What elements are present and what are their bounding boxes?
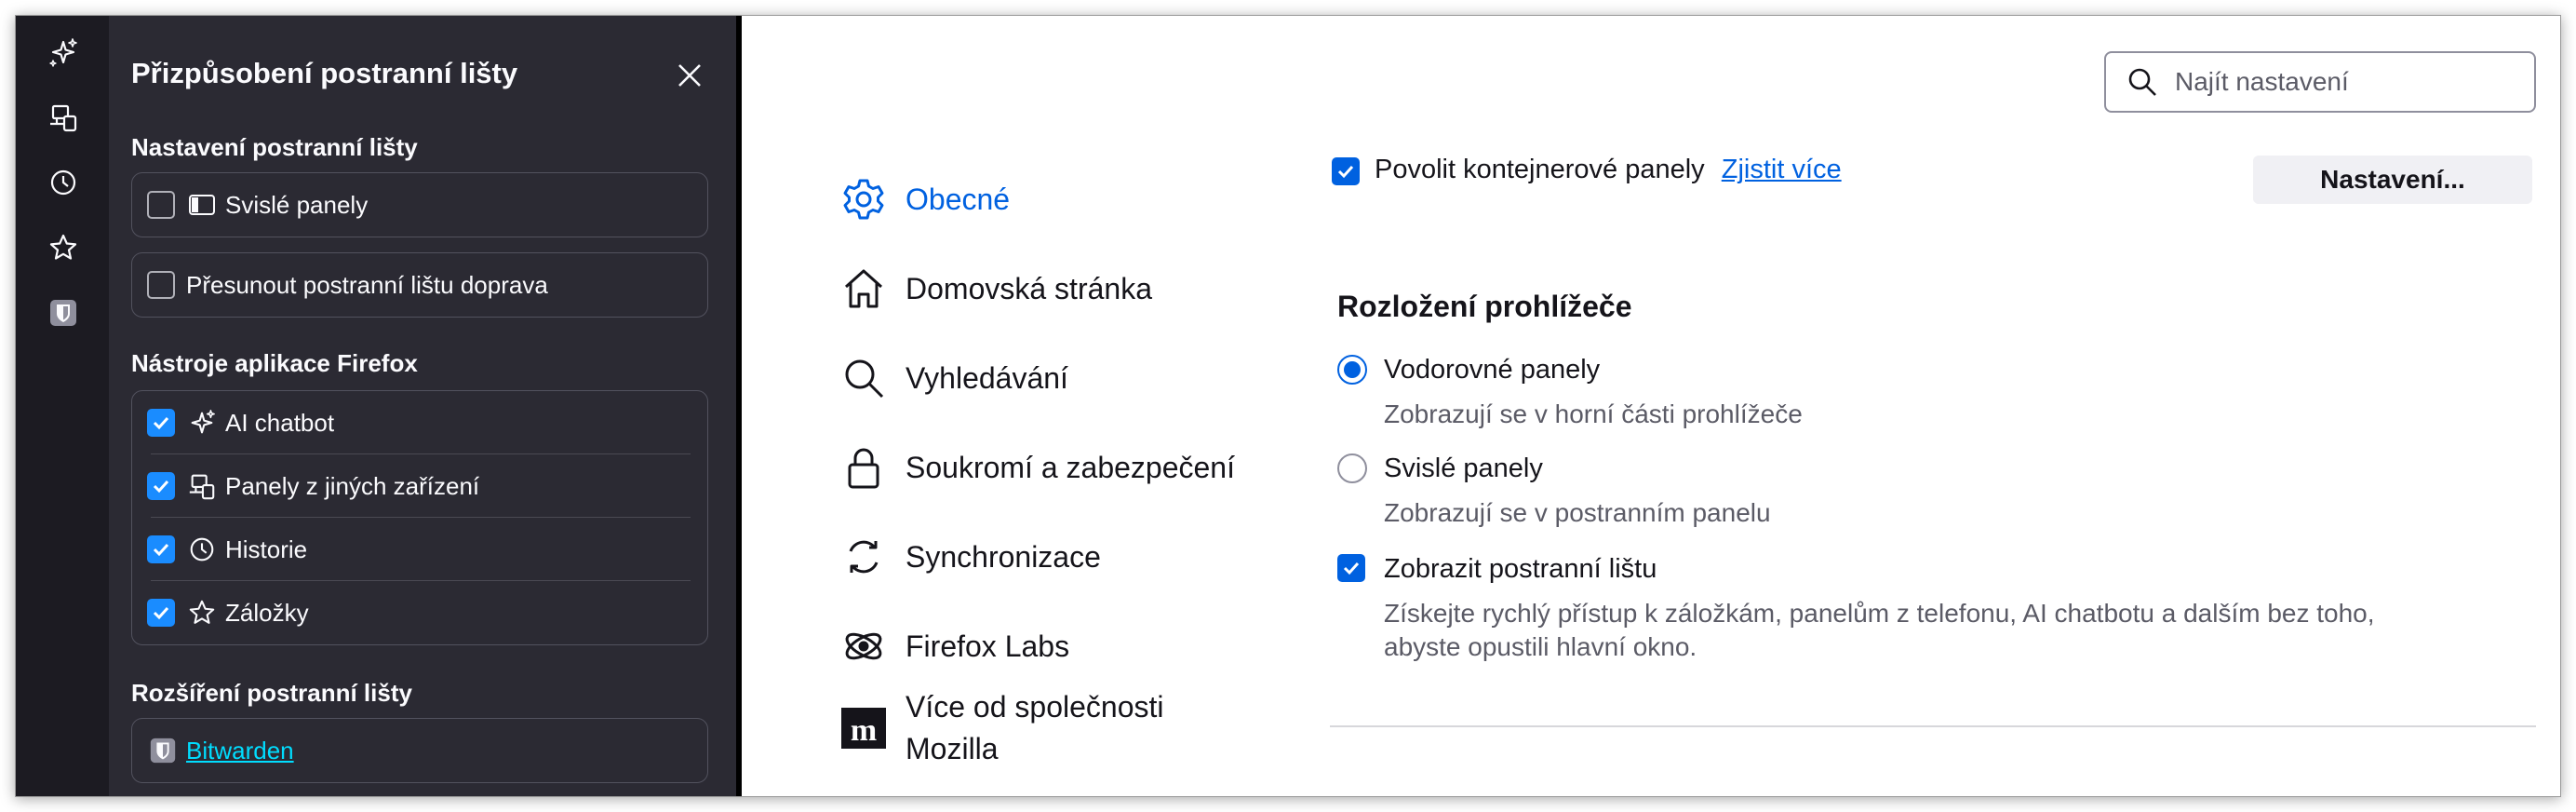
ai-chatbot-checkbox[interactable] bbox=[147, 409, 175, 437]
tools-heading: Nástroje aplikace Firefox bbox=[131, 349, 418, 377]
firefox-window: Přizpůsobení postranní lišty Nastavení p… bbox=[15, 15, 2561, 797]
vertical-tabs-checkbox[interactable] bbox=[147, 191, 175, 219]
move-right-label: Přesunout postranní lištu doprava bbox=[186, 270, 548, 299]
tool-row-ai-chatbot[interactable]: AI chatbot bbox=[132, 391, 707, 454]
move-right-row[interactable]: Přesunout postranní lištu doprava bbox=[132, 253, 707, 317]
ai-chatbot-icon[interactable] bbox=[47, 36, 79, 68]
home-icon bbox=[840, 265, 887, 312]
section-divider bbox=[1330, 725, 2536, 727]
extensions-group: Bitwarden bbox=[131, 718, 708, 783]
sparkle-icon bbox=[186, 407, 218, 439]
nav-label: Firefox Labs bbox=[906, 629, 1070, 663]
horizontal-tabs-radio[interactable] bbox=[1337, 355, 1367, 385]
nav-item-sync[interactable]: Synchronizace bbox=[840, 534, 1101, 580]
vertical-tabs-radio[interactable] bbox=[1337, 453, 1367, 483]
search-icon bbox=[2128, 68, 2156, 96]
show-sidebar-desc-line2: abyste opustili hlavní okno. bbox=[1384, 632, 1697, 661]
mozilla-icon: m bbox=[840, 705, 887, 751]
nav-label: Vyhledávání bbox=[906, 360, 1068, 395]
tool-row-bookmarks[interactable]: Záložky bbox=[132, 581, 707, 644]
close-icon[interactable] bbox=[671, 57, 708, 94]
layout-heading: Rozložení prohlížeče bbox=[1337, 290, 1632, 323]
show-sidebar-desc-line1: Získejte rychlý přístup k záložkám, pane… bbox=[1384, 599, 2375, 628]
customize-sidebar-panel: Přizpůsobení postranní lišty Nastavení p… bbox=[109, 16, 742, 796]
extensions-heading: Rozšíření postranní lišty bbox=[131, 679, 412, 707]
vertical-tabs-desc: Zobrazují se v postranním panelu bbox=[1384, 498, 1771, 527]
containers-label: Povolit kontejnerové panely bbox=[1375, 155, 1705, 184]
nav-label: Soukromí a zabezpečení bbox=[906, 450, 1235, 484]
svg-text:m: m bbox=[851, 713, 877, 748]
nav-item-general[interactable]: Obecné bbox=[840, 176, 1010, 223]
sidebar-layout-icon bbox=[186, 189, 218, 221]
sidebar-icon-strip bbox=[16, 16, 109, 796]
vertical-tabs-row[interactable]: Svislé panely bbox=[132, 173, 707, 237]
vertical-tabs-group: Svislé panely bbox=[131, 172, 708, 237]
horizontal-tabs-desc: Zobrazují se v horní části prohlížeče bbox=[1384, 399, 1803, 428]
synced-tabs-icon[interactable] bbox=[47, 102, 79, 133]
sidebar-settings-heading: Nastavení postranní lišty bbox=[131, 133, 418, 161]
nav-label: Obecné bbox=[906, 182, 1011, 216]
nav-label: Domovská stránka bbox=[906, 271, 1152, 305]
learn-more-link[interactable]: Zjistit více bbox=[1722, 155, 1842, 184]
nav-item-home[interactable]: Domovská stránka bbox=[840, 265, 1152, 312]
containers-row: Povolit kontejnerové panely Zjistit více bbox=[1375, 155, 1842, 185]
bitwarden-link[interactable]: Bitwarden bbox=[186, 737, 294, 765]
sync-icon bbox=[840, 534, 887, 580]
nav-label: Synchronizace bbox=[906, 539, 1101, 574]
tools-group: AI chatbot Panely z jiných zařízení Hist… bbox=[131, 390, 708, 645]
tool-label: AI chatbot bbox=[225, 408, 335, 437]
search-icon bbox=[840, 355, 887, 401]
vertical-tabs-label: Svislé panely bbox=[1384, 453, 1543, 483]
nav-item-search[interactable]: Vyhledávání bbox=[840, 355, 1068, 401]
show-sidebar-label: Zobrazit postranní lištu bbox=[1384, 554, 1657, 584]
tool-label: Panely z jiných zařízení bbox=[225, 471, 480, 500]
move-right-checkbox[interactable] bbox=[147, 271, 175, 299]
vertical-tabs-label: Svislé panely bbox=[225, 190, 369, 219]
containers-settings-button[interactable]: Nastavení... bbox=[2253, 156, 2532, 204]
search-input[interactable] bbox=[2175, 67, 2510, 97]
nav-item-privacy[interactable]: Soukromí a zabezpečení bbox=[840, 444, 1235, 491]
synced-tabs-icon bbox=[186, 470, 218, 502]
nav-item-labs[interactable]: Firefox Labs bbox=[840, 623, 1069, 670]
tool-label: Historie bbox=[225, 535, 308, 563]
settings-search-box[interactable] bbox=[2104, 51, 2536, 113]
extension-row-bitwarden: Bitwarden bbox=[132, 719, 707, 782]
nav-label-line2: Mozilla bbox=[906, 732, 999, 765]
move-right-group: Přesunout postranní lištu doprava bbox=[131, 252, 708, 318]
bitwarden-icon[interactable] bbox=[47, 297, 79, 329]
labs-icon bbox=[840, 623, 887, 670]
bookmarks-checkbox[interactable] bbox=[147, 599, 175, 627]
nav-item-mozilla[interactable]: m Více od společnosti Mozilla bbox=[840, 686, 1164, 770]
show-sidebar-checkbox[interactable] bbox=[1337, 554, 1365, 582]
gear-icon bbox=[840, 176, 887, 223]
tool-row-history[interactable]: Historie bbox=[132, 518, 707, 581]
bookmark-star-icon[interactable] bbox=[47, 232, 79, 264]
horizontal-tabs-label: Vodorovné panely bbox=[1384, 355, 1601, 385]
bitwarden-icon bbox=[147, 735, 179, 766]
tool-row-synced-tabs[interactable]: Panely z jiných zařízení bbox=[132, 454, 707, 518]
settings-main: Obecné Domovská stránka Vyhledávání bbox=[747, 16, 2560, 796]
panel-title: Přizpůsobení postranní lišty bbox=[131, 57, 518, 89]
nav-label-line1: Více od společnosti bbox=[906, 690, 1164, 724]
history-icon bbox=[186, 534, 218, 565]
lock-icon bbox=[840, 444, 887, 491]
history-icon[interactable] bbox=[47, 167, 79, 198]
history-checkbox[interactable] bbox=[147, 535, 175, 563]
tool-label: Záložky bbox=[225, 598, 309, 627]
synced-tabs-checkbox[interactable] bbox=[147, 472, 175, 500]
bookmark-star-icon bbox=[186, 597, 218, 629]
containers-checkbox[interactable] bbox=[1332, 157, 1360, 185]
